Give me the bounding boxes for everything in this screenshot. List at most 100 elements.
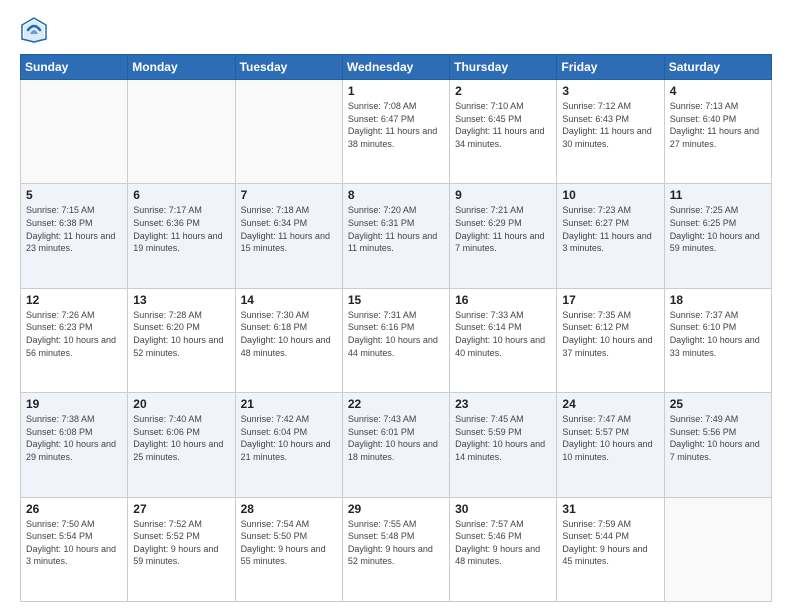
logo-icon xyxy=(20,16,48,44)
day-number: 9 xyxy=(455,188,551,202)
calendar-header-friday: Friday xyxy=(557,55,664,80)
day-number: 16 xyxy=(455,293,551,307)
day-number: 17 xyxy=(562,293,658,307)
calendar-cell: 3Sunrise: 7:12 AM Sunset: 6:43 PM Daylig… xyxy=(557,80,664,184)
calendar-cell xyxy=(235,80,342,184)
calendar-cell: 25 Sunrise: 7:49 AM Sunset: 5:56 PM Dayli… xyxy=(664,393,771,497)
day-info: Sunrise: 7:40 AM Sunset: 6:06 PM Dayligh… xyxy=(133,413,229,463)
day-info: Sunrise: 7:30 AM Sunset: 6:18 PM Dayligh… xyxy=(241,309,337,359)
calendar-cell: 6 Sunrise: 7:17 AM Sunset: 6:36 PM Daylig… xyxy=(128,184,235,288)
calendar-header-sunday: Sunday xyxy=(21,55,128,80)
day-number: 10 xyxy=(562,188,658,202)
day-info: Sunrise: 7:31 AM Sunset: 6:16 PM Dayligh… xyxy=(348,309,444,359)
day-info: Sunrise: 7:37 AM Sunset: 6:10 PM Dayligh… xyxy=(670,309,766,359)
day-number: 22 xyxy=(348,397,444,411)
calendar-header-monday: Monday xyxy=(128,55,235,80)
day-info: Sunrise: 7:42 AM Sunset: 6:04 PM Dayligh… xyxy=(241,413,337,463)
calendar-cell: 10 Sunrise: 7:23 AM Sunset: 6:27 PM Dayli… xyxy=(557,184,664,288)
day-number: 8 xyxy=(348,188,444,202)
day-info: Sunrise: 7:17 AM Sunset: 6:36 PM Dayligh… xyxy=(133,204,229,254)
calendar-cell: 26 Sunrise: 7:50 AM Sunset: 5:54 PM Dayli… xyxy=(21,497,128,601)
day-info: Sunrise: 7:15 AM Sunset: 6:38 PM Dayligh… xyxy=(26,204,122,254)
calendar-cell: 27 Sunrise: 7:52 AM Sunset: 5:52 PM Dayli… xyxy=(128,497,235,601)
day-info: Sunrise: 7:55 AM Sunset: 5:48 PM Dayligh… xyxy=(348,518,444,568)
day-info: Sunrise: 7:45 AM Sunset: 5:59 PM Dayligh… xyxy=(455,413,551,463)
calendar-cell: 17 Sunrise: 7:35 AM Sunset: 6:12 PM Dayli… xyxy=(557,288,664,392)
day-info: Sunrise: 7:21 AM Sunset: 6:29 PM Dayligh… xyxy=(455,204,551,254)
calendar-cell: 2 Sunrise: 7:10 AM Sunset: 6:45 PM Daylig… xyxy=(450,80,557,184)
day-number: 19 xyxy=(26,397,122,411)
calendar-header-tuesday: Tuesday xyxy=(235,55,342,80)
day-info: Sunrise: 7:49 AM Sunset: 5:56 PM Dayligh… xyxy=(670,413,766,463)
calendar-week-2: 5 Sunrise: 7:15 AM Sunset: 6:38 PM Daylig… xyxy=(21,184,772,288)
day-number: 7 xyxy=(241,188,337,202)
calendar-week-5: 26 Sunrise: 7:50 AM Sunset: 5:54 PM Dayli… xyxy=(21,497,772,601)
calendar-table: SundayMondayTuesdayWednesdayThursdayFrid… xyxy=(20,54,772,602)
calendar-cell: 22 Sunrise: 7:43 AM Sunset: 6:01 PM Dayli… xyxy=(342,393,449,497)
day-number: 25 xyxy=(670,397,766,411)
calendar-header-wednesday: Wednesday xyxy=(342,55,449,80)
day-info: Sunrise: 7:08 AM Sunset: 6:47 PM Dayligh… xyxy=(348,100,444,150)
day-info: Sunrise: 7:47 AM Sunset: 5:57 PM Dayligh… xyxy=(562,413,658,463)
calendar-cell: 24 Sunrise: 7:47 AM Sunset: 5:57 PM Dayli… xyxy=(557,393,664,497)
calendar-cell xyxy=(21,80,128,184)
day-number: 14 xyxy=(241,293,337,307)
day-info: Sunrise: 7:50 AM Sunset: 5:54 PM Dayligh… xyxy=(26,518,122,568)
day-info: Sunrise: 7:35 AM Sunset: 6:12 PM Dayligh… xyxy=(562,309,658,359)
calendar-cell: 12Sunrise: 7:26 AM Sunset: 6:23 PM Dayli… xyxy=(21,288,128,392)
calendar-header-row: SundayMondayTuesdayWednesdayThursdayFrid… xyxy=(21,55,772,80)
day-info: Sunrise: 7:12 AM Sunset: 6:43 PM Dayligh… xyxy=(562,100,658,150)
day-info: Sunrise: 7:52 AM Sunset: 5:52 PM Dayligh… xyxy=(133,518,229,568)
day-info: Sunrise: 7:33 AM Sunset: 6:14 PM Dayligh… xyxy=(455,309,551,359)
page: SundayMondayTuesdayWednesdayThursdayFrid… xyxy=(0,0,792,612)
calendar-cell: 7 Sunrise: 7:18 AM Sunset: 6:34 PM Daylig… xyxy=(235,184,342,288)
day-info: Sunrise: 7:54 AM Sunset: 5:50 PM Dayligh… xyxy=(241,518,337,568)
calendar-cell: 15 Sunrise: 7:31 AM Sunset: 6:16 PM Dayli… xyxy=(342,288,449,392)
day-number: 2 xyxy=(455,84,551,98)
day-number: 1 xyxy=(348,84,444,98)
day-number: 13 xyxy=(133,293,229,307)
calendar-cell: 23Sunrise: 7:45 AM Sunset: 5:59 PM Dayli… xyxy=(450,393,557,497)
calendar-cell: 20 Sunrise: 7:40 AM Sunset: 6:06 PM Dayli… xyxy=(128,393,235,497)
calendar-cell: 14 Sunrise: 7:30 AM Sunset: 6:18 PM Dayli… xyxy=(235,288,342,392)
day-info: Sunrise: 7:28 AM Sunset: 6:20 PM Dayligh… xyxy=(133,309,229,359)
day-number: 26 xyxy=(26,502,122,516)
day-number: 18 xyxy=(670,293,766,307)
day-number: 27 xyxy=(133,502,229,516)
day-info: Sunrise: 7:26 AM Sunset: 6:23 PM Dayligh… xyxy=(26,309,122,359)
day-info: Sunrise: 7:20 AM Sunset: 6:31 PM Dayligh… xyxy=(348,204,444,254)
logo xyxy=(20,16,52,44)
calendar-cell: 21Sunrise: 7:42 AM Sunset: 6:04 PM Dayli… xyxy=(235,393,342,497)
day-number: 4 xyxy=(670,84,766,98)
day-info: Sunrise: 7:59 AM Sunset: 5:44 PM Dayligh… xyxy=(562,518,658,568)
calendar-header-saturday: Saturday xyxy=(664,55,771,80)
calendar-header-thursday: Thursday xyxy=(450,55,557,80)
calendar-week-1: 1 Sunrise: 7:08 AM Sunset: 6:47 PM Daylig… xyxy=(21,80,772,184)
calendar-cell: 1 Sunrise: 7:08 AM Sunset: 6:47 PM Daylig… xyxy=(342,80,449,184)
calendar-cell: 28Sunrise: 7:54 AM Sunset: 5:50 PM Dayli… xyxy=(235,497,342,601)
day-info: Sunrise: 7:57 AM Sunset: 5:46 PM Dayligh… xyxy=(455,518,551,568)
day-info: Sunrise: 7:43 AM Sunset: 6:01 PM Dayligh… xyxy=(348,413,444,463)
calendar-week-3: 12Sunrise: 7:26 AM Sunset: 6:23 PM Dayli… xyxy=(21,288,772,392)
day-info: Sunrise: 7:25 AM Sunset: 6:25 PM Dayligh… xyxy=(670,204,766,254)
day-number: 5 xyxy=(26,188,122,202)
day-info: Sunrise: 7:13 AM Sunset: 6:40 PM Dayligh… xyxy=(670,100,766,150)
day-number: 11 xyxy=(670,188,766,202)
day-number: 15 xyxy=(348,293,444,307)
day-info: Sunrise: 7:18 AM Sunset: 6:34 PM Dayligh… xyxy=(241,204,337,254)
calendar-week-4: 19 Sunrise: 7:38 AM Sunset: 6:08 PM Dayli… xyxy=(21,393,772,497)
day-number: 30 xyxy=(455,502,551,516)
calendar-cell: 4 Sunrise: 7:13 AM Sunset: 6:40 PM Daylig… xyxy=(664,80,771,184)
header xyxy=(20,16,772,44)
day-info: Sunrise: 7:10 AM Sunset: 6:45 PM Dayligh… xyxy=(455,100,551,150)
calendar-cell: 11 Sunrise: 7:25 AM Sunset: 6:25 PM Dayli… xyxy=(664,184,771,288)
calendar-cell: 31Sunrise: 7:59 AM Sunset: 5:44 PM Dayli… xyxy=(557,497,664,601)
day-number: 20 xyxy=(133,397,229,411)
day-number: 6 xyxy=(133,188,229,202)
day-info: Sunrise: 7:38 AM Sunset: 6:08 PM Dayligh… xyxy=(26,413,122,463)
day-info: Sunrise: 7:23 AM Sunset: 6:27 PM Dayligh… xyxy=(562,204,658,254)
calendar-cell xyxy=(128,80,235,184)
calendar-cell: 16 Sunrise: 7:33 AM Sunset: 6:14 PM Dayli… xyxy=(450,288,557,392)
calendar-cell: 9 Sunrise: 7:21 AM Sunset: 6:29 PM Daylig… xyxy=(450,184,557,288)
day-number: 24 xyxy=(562,397,658,411)
